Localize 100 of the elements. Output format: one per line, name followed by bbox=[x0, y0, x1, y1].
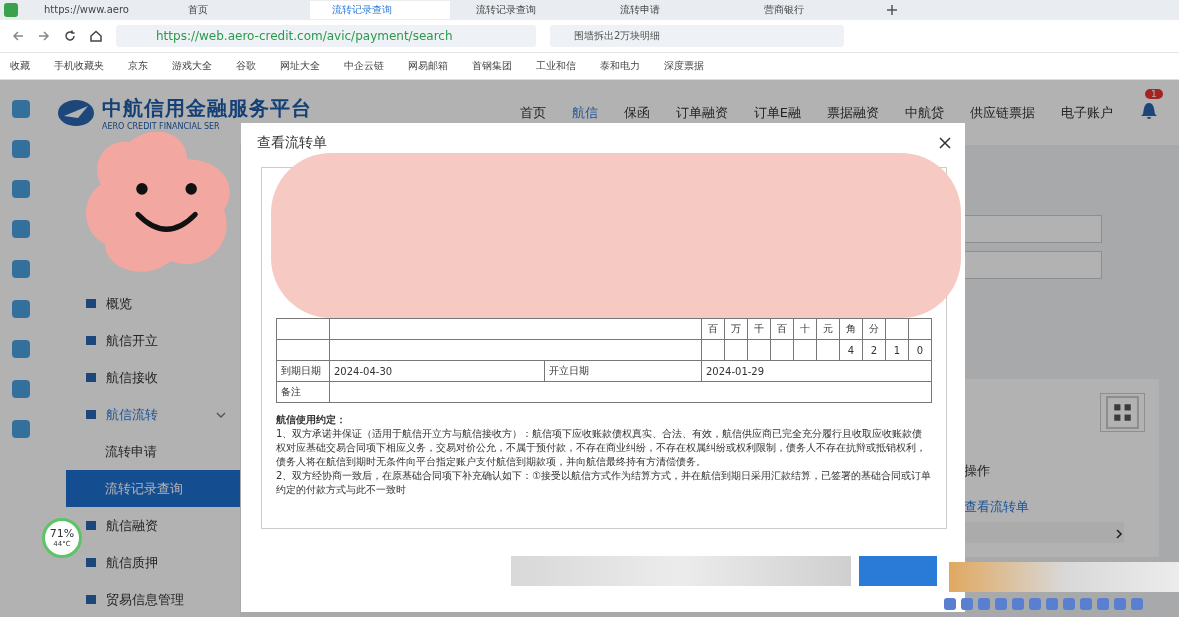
bookmark-link[interactable]: 京东 bbox=[128, 59, 148, 73]
nav-tab[interactable]: 航信 bbox=[571, 103, 598, 122]
tray-icon[interactable] bbox=[944, 598, 956, 610]
browser-tab[interactable]: https://www.aero bbox=[22, 1, 162, 19]
bookmark-link[interactable]: 泰和电力 bbox=[600, 59, 640, 73]
menu-item-icon bbox=[86, 558, 96, 567]
notification-badge: 1 bbox=[1145, 89, 1163, 99]
nav-tab[interactable]: 电子账户 bbox=[1061, 103, 1113, 122]
reload-icon[interactable] bbox=[64, 30, 76, 42]
tray-icon[interactable] bbox=[1097, 598, 1109, 610]
sidebar-item[interactable]: 航信开立 bbox=[84, 322, 240, 359]
tray-icon[interactable] bbox=[1131, 598, 1143, 610]
tray-icon[interactable] bbox=[1063, 598, 1075, 610]
sidebar-item[interactable]: 贸易信息管理 bbox=[84, 581, 240, 617]
browser-tab[interactable]: 流转记录查询 bbox=[310, 1, 450, 19]
tray-icon[interactable] bbox=[1046, 598, 1058, 610]
tray-icon[interactable] bbox=[995, 598, 1007, 610]
bookmark-link[interactable]: 游戏大全 bbox=[172, 59, 212, 73]
search-field[interactable]: 围墙拆出2万块明细 bbox=[550, 25, 844, 47]
bookmark-link[interactable]: 谷歌 bbox=[236, 59, 256, 73]
sidebar-subitem[interactable]: 流转申请 bbox=[66, 433, 240, 470]
terms-paragraph: 2、双方经协商一致后，在原基础合同项下补充确认如下：①接受以航信方式作为结算方式，并在航信到期日采用汇款结算，已签署的基础合同或订单约定的付款方式与此不一致时 bbox=[276, 469, 932, 497]
view-link[interactable]: 查看流转单 bbox=[964, 498, 1029, 516]
digit-header: 元 bbox=[823, 323, 833, 334]
grid-icon[interactable] bbox=[1100, 393, 1145, 432]
app-shortcut-icon[interactable] bbox=[12, 220, 30, 238]
modal-title: 查看流转单 bbox=[257, 134, 327, 152]
logo-icon bbox=[56, 97, 96, 128]
digit-cell: 4 bbox=[847, 344, 855, 356]
bookmark-link[interactable]: 中企云链 bbox=[344, 59, 384, 73]
menu-item-icon bbox=[86, 595, 96, 604]
column-header: 操作 bbox=[964, 462, 990, 480]
browser-tab[interactable]: 首页 bbox=[166, 1, 306, 19]
terms-heading: 航信使用约定： bbox=[276, 413, 347, 427]
nav-tab[interactable]: 订单E融 bbox=[753, 103, 801, 122]
bookmark-link[interactable]: 手机收藏夹 bbox=[54, 59, 104, 73]
nav-tab[interactable]: 中航贷 bbox=[905, 103, 944, 122]
app-shortcut-icon[interactable] bbox=[12, 260, 30, 278]
nav-tab[interactable]: 供应链票据 bbox=[970, 103, 1035, 122]
row-label: 备注 bbox=[281, 386, 301, 397]
tray-icon[interactable] bbox=[1114, 598, 1126, 610]
new-tab-icon[interactable] bbox=[886, 4, 898, 16]
nav-tab[interactable]: 保函 bbox=[623, 103, 650, 122]
bookmark-link[interactable]: 深度票据 bbox=[664, 59, 704, 73]
digit-header: 百 bbox=[777, 323, 787, 334]
bookmark-link[interactable]: 网址大全 bbox=[280, 59, 320, 73]
nav-tab[interactable]: 首页 bbox=[519, 103, 546, 122]
app-shortcut-icon[interactable] bbox=[12, 100, 30, 118]
sidebar-item[interactable]: 航信接收 bbox=[84, 359, 240, 396]
bell-icon[interactable] bbox=[1139, 101, 1159, 121]
row-label: 开立日期 bbox=[549, 365, 589, 376]
digit-header: 万 bbox=[731, 323, 741, 334]
sidebar-subitem[interactable]: 流转记录查询 bbox=[66, 470, 240, 507]
confirm-button[interactable] bbox=[859, 555, 937, 586]
bookmark-link[interactable]: 工业和信 bbox=[536, 59, 576, 73]
digit-cell: 1 bbox=[893, 344, 901, 356]
sidebar-item[interactable]: 航信质押 bbox=[84, 544, 240, 581]
menu-item-icon bbox=[86, 336, 96, 345]
app-shortcut-icon[interactable] bbox=[12, 420, 30, 438]
digit-cell: 2 bbox=[870, 344, 878, 356]
browser-tab[interactable]: 流转记录查询 bbox=[454, 1, 594, 19]
tray-icon[interactable] bbox=[1029, 598, 1041, 610]
digit-header: 十 bbox=[800, 323, 810, 334]
row-label: 到期日期 bbox=[281, 365, 321, 376]
back-icon[interactable] bbox=[12, 30, 24, 42]
bookmark-link[interactable]: 首钢集团 bbox=[472, 59, 512, 73]
sidebar-item[interactable]: 航信流转 bbox=[84, 396, 240, 433]
menu-item-icon bbox=[86, 299, 96, 308]
app-shortcut-icon[interactable] bbox=[12, 140, 30, 158]
browser-tab[interactable]: 流转申请 bbox=[598, 1, 738, 19]
tray-icon[interactable] bbox=[1080, 598, 1092, 610]
logo-subtitle: AERO CREDIT FINANCIAL SER bbox=[102, 121, 221, 131]
app-shortcut-icon[interactable] bbox=[12, 340, 30, 358]
app-shortcut-icon[interactable] bbox=[12, 380, 30, 398]
sidebar-item[interactable]: 航信融资 bbox=[84, 507, 240, 544]
home-icon[interactable] bbox=[90, 30, 102, 42]
menu-item-icon bbox=[86, 410, 96, 419]
terms-paragraph: 1、双方承诺并保证（适用于航信开立方与航信接收方）：航信项下应收账款债权真实、合法、有效，航信供应商已完全充分履行且收取应收账款债权对应基础交易合同项下相应义务，交易对价公允，不属于预付款，不存在商业纠纷，不存在权属纠纷或权利限制，债务人不存在抗辩或抵销权利，债务人将在航信到期时无条件向平台指定账户支付航信到期款项，并向航信最终持有方清偿债务。 bbox=[276, 427, 927, 469]
browser-tab[interactable]: 营商银行 bbox=[742, 1, 882, 19]
sidebar-item[interactable]: 概览 bbox=[84, 285, 240, 322]
forward-icon[interactable] bbox=[38, 30, 50, 42]
logo-title: 中航信用金融服务平台 bbox=[102, 94, 312, 122]
app-shortcut-icon[interactable] bbox=[12, 180, 30, 198]
bookmark-link[interactable]: 收藏 bbox=[10, 59, 30, 73]
tray-icon[interactable] bbox=[978, 598, 990, 610]
chevron-right-icon[interactable] bbox=[1114, 529, 1124, 539]
date-value: 2024-04-30 bbox=[334, 365, 393, 377]
app-shortcut-icon[interactable] bbox=[12, 300, 30, 318]
menu-item-icon bbox=[86, 521, 96, 530]
tray-icon[interactable] bbox=[961, 598, 973, 610]
nav-tab[interactable]: 票据融资 bbox=[827, 103, 879, 122]
digit-header: 角 bbox=[846, 323, 856, 334]
digit-cell: 0 bbox=[916, 344, 924, 356]
date-value: 2024-01-29 bbox=[705, 365, 765, 377]
tray-icon[interactable] bbox=[1012, 598, 1024, 610]
digit-header: 分 bbox=[869, 323, 879, 334]
nav-tab[interactable]: 订单融资 bbox=[675, 103, 728, 122]
browser-logo-icon bbox=[4, 3, 18, 17]
close-icon[interactable] bbox=[939, 137, 951, 149]
bookmark-link[interactable]: 网易邮箱 bbox=[408, 59, 448, 73]
